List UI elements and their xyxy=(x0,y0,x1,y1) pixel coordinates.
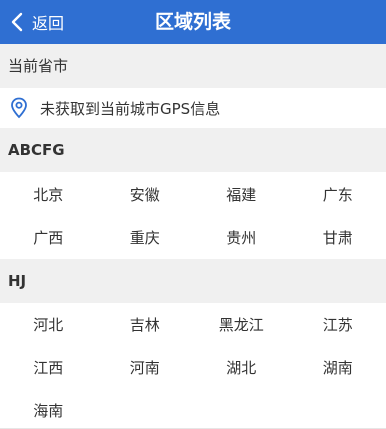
region-item[interactable]: 江苏 xyxy=(290,303,386,346)
region-item[interactable]: 广东 xyxy=(290,173,386,216)
region-item[interactable]: 湖北 xyxy=(193,346,290,389)
region-item[interactable]: 福建 xyxy=(193,173,290,216)
section-header-hj: HJ xyxy=(0,259,386,303)
region-item[interactable]: 广西 xyxy=(0,216,97,259)
gps-status-text: 未获取到当前城市GPS信息 xyxy=(40,99,221,118)
region-grid-hj: 河北 吉林 黑龙江 江苏 江西 河南 湖北 湖南 海南 xyxy=(0,303,386,429)
gps-status-row[interactable]: 未获取到当前城市GPS信息 xyxy=(0,88,386,128)
region-item[interactable]: 重庆 xyxy=(97,216,194,259)
region-item[interactable]: 贵州 xyxy=(193,216,290,259)
region-list-screen: 返回 区域列表 当前省市 未获取到当前城市GPS信息 ABCFG 北京 安徽 福… xyxy=(0,0,386,429)
region-item[interactable]: 湖南 xyxy=(290,346,386,389)
region-item[interactable]: 河南 xyxy=(97,346,194,389)
top-bar: 返回 区域列表 xyxy=(0,0,386,44)
region-item[interactable]: 河北 xyxy=(0,303,97,346)
region-item[interactable]: 黑龙江 xyxy=(193,303,290,346)
region-item[interactable]: 江西 xyxy=(0,346,97,389)
region-grid-abcfg: 北京 安徽 福建 广东 广西 重庆 贵州 甘肃 xyxy=(0,172,386,259)
region-item[interactable]: 海南 xyxy=(0,389,97,429)
region-item[interactable]: 北京 xyxy=(0,173,97,216)
region-item[interactable]: 安徽 xyxy=(97,173,194,216)
region-item[interactable]: 甘肃 xyxy=(290,216,386,259)
section-header-abcfg: ABCFG xyxy=(0,128,386,172)
location-pin-icon xyxy=(11,97,27,119)
current-province-header: 当前省市 xyxy=(0,44,386,88)
region-item[interactable]: 吉林 xyxy=(97,303,194,346)
page-title: 区域列表 xyxy=(154,11,231,33)
